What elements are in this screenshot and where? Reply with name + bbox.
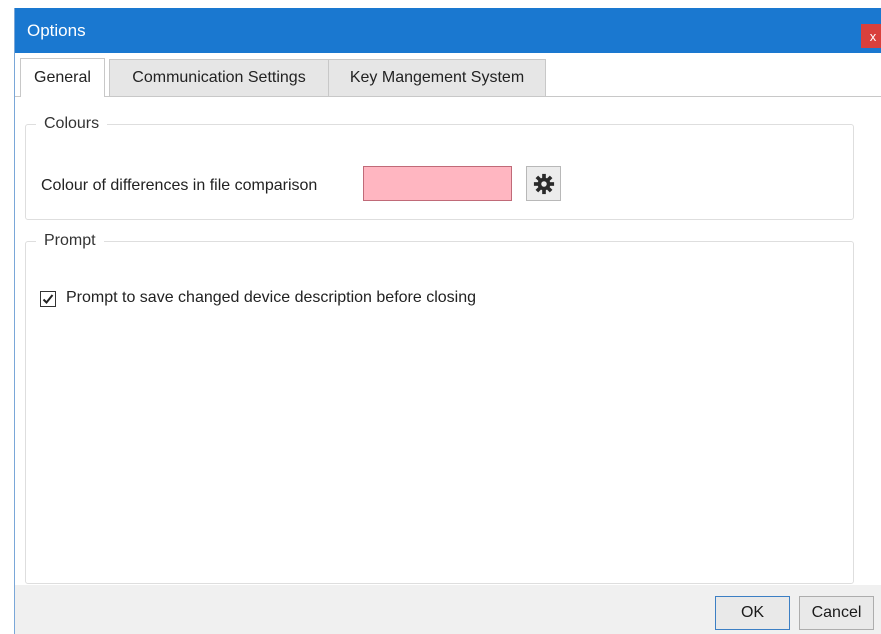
colour-picker-button[interactable]: [526, 166, 561, 201]
prompt-legend: Prompt: [44, 232, 96, 249]
checkmark-icon: [42, 294, 54, 304]
diff-colour-label: Colour of differences in file comparison: [41, 177, 318, 194]
prompt-group: Prompt: [25, 232, 854, 584]
general-tab-panel: Colours Colour of differences in file co…: [15, 97, 881, 585]
tab-communication-settings[interactable]: Communication Settings: [109, 59, 329, 97]
gear-icon: [533, 173, 554, 194]
colours-legend: Colours: [44, 115, 100, 132]
close-button[interactable]: x: [861, 24, 881, 48]
cancel-button[interactable]: Cancel: [799, 596, 874, 630]
ok-button[interactable]: OK: [715, 596, 790, 630]
tab-key-management-system[interactable]: Key Mangement System: [328, 59, 546, 97]
prompt-save-label[interactable]: Prompt to save changed device descriptio…: [66, 289, 476, 307]
close-icon: x: [869, 28, 877, 44]
dialog-footer: OK Cancel: [15, 585, 881, 634]
window-title: Options: [27, 21, 86, 40]
diff-colour-swatch[interactable]: [363, 166, 512, 201]
title-bar[interactable]: Options x: [15, 8, 881, 53]
prompt-save-checkbox[interactable]: [40, 291, 56, 307]
options-dialog: Options x General Communication Settings…: [14, 8, 881, 634]
tab-general[interactable]: General: [20, 58, 105, 97]
tab-strip: General Communication Settings Key Mange…: [15, 53, 881, 97]
